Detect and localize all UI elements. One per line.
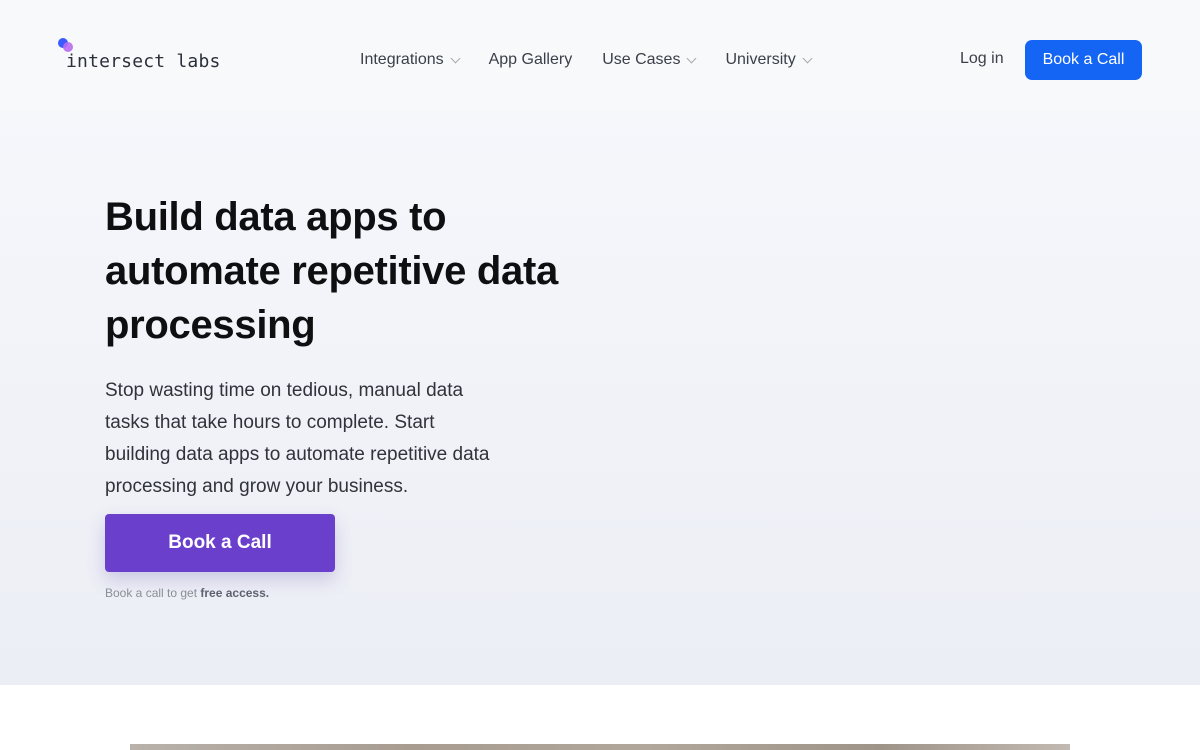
chevron-down-icon bbox=[687, 53, 697, 63]
header-book-call-button[interactable]: Book a Call bbox=[1025, 40, 1142, 80]
hero-note: Book a call to get free access. bbox=[105, 586, 269, 600]
hero-book-call-button[interactable]: Book a Call bbox=[105, 514, 335, 572]
nav-item-university[interactable]: University bbox=[725, 51, 813, 69]
hero-note-prefix: Book a call to get bbox=[105, 586, 201, 600]
nav-item-app-gallery[interactable]: App Gallery bbox=[489, 51, 573, 69]
brand-name: intersect labs bbox=[66, 51, 221, 72]
nav-item-use-cases[interactable]: Use Cases bbox=[602, 51, 697, 69]
hero-note-emphasis: free access. bbox=[200, 586, 270, 600]
hero-title: Build data apps to automate repetitive d… bbox=[105, 195, 558, 347]
nav-item-label: Integrations bbox=[360, 51, 444, 68]
brand-logo[interactable]: intersect labs bbox=[58, 38, 221, 72]
nav-item-label: University bbox=[725, 51, 796, 68]
main-nav: Integrations App Gallery Use Cases Unive… bbox=[360, 48, 841, 72]
chevron-down-icon bbox=[802, 53, 813, 63]
login-link[interactable]: Log in bbox=[960, 50, 1004, 68]
site-header: intersect labs Integrations App Gallery … bbox=[0, 0, 1200, 110]
nav-item-integrations[interactable]: Integrations bbox=[360, 51, 461, 69]
logo-mark-icon bbox=[58, 38, 74, 54]
chevron-down-icon bbox=[450, 53, 461, 63]
page: intersect labs Integrations App Gallery … bbox=[0, 0, 1200, 750]
product-preview-image bbox=[130, 744, 1070, 750]
hero-description: Stop wasting time on tedious, manual dat… bbox=[105, 380, 490, 497]
nav-item-label: App Gallery bbox=[488, 51, 573, 68]
nav-item-label: Use Cases bbox=[602, 51, 681, 68]
hero-section: Build data apps to automate repetitive d… bbox=[0, 110, 1200, 685]
